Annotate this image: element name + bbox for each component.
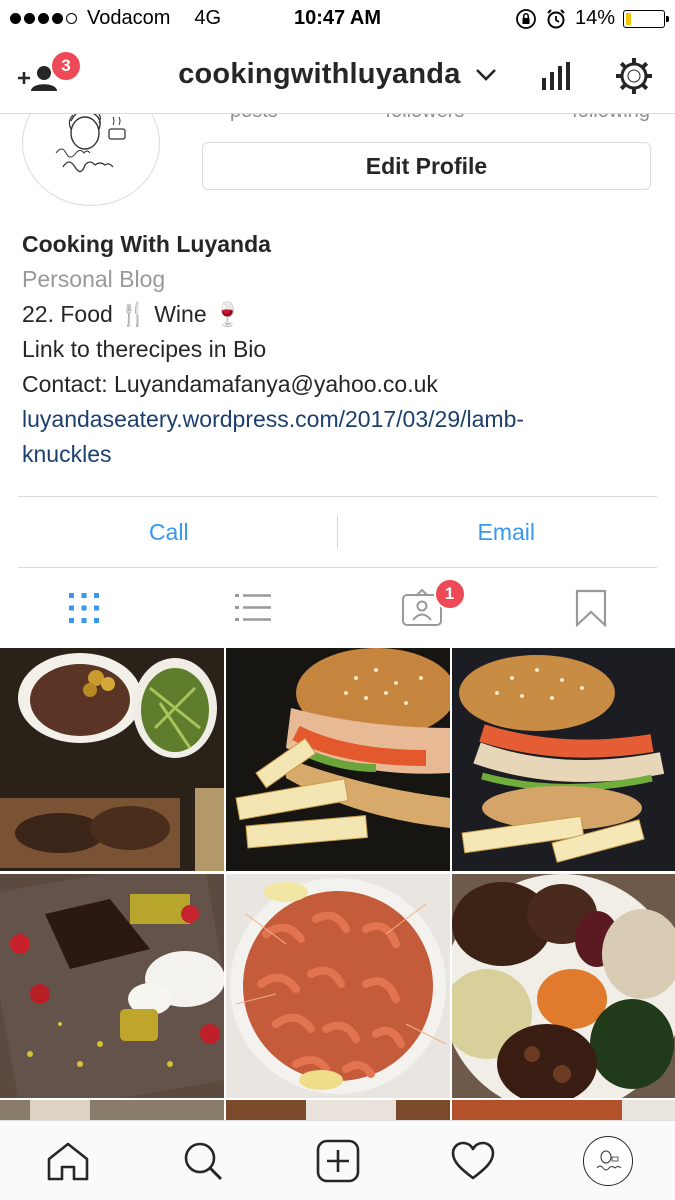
- post-thumbnail[interactable]: [0, 648, 224, 871]
- website-link-continued[interactable]: knuckles: [22, 437, 662, 472]
- insights-button[interactable]: [540, 60, 574, 97]
- post-image-burger: [452, 648, 675, 871]
- grid-icon: [69, 593, 100, 623]
- profile-bio: Cooking With Luyanda Personal Blog 22. F…: [22, 227, 662, 472]
- bottom-navigation: [0, 1120, 675, 1200]
- post-image-chocolate-dessert: [0, 874, 224, 1098]
- post-thumbnail[interactable]: [226, 648, 450, 871]
- mini-avatar-logo: [596, 1150, 621, 1170]
- post-image-prawn-burger: [226, 648, 450, 871]
- website-link[interactable]: luyandaseatery.wordpress.com/2017/03/29/…: [22, 402, 662, 437]
- list-icon: [235, 594, 272, 621]
- post-thumbnail[interactable]: [452, 648, 675, 871]
- heart-icon: [451, 1141, 494, 1179]
- post-thumbnail[interactable]: [226, 1100, 450, 1120]
- post-image-partial: [0, 1100, 224, 1120]
- nav-profile[interactable]: [540, 1121, 675, 1200]
- settings-button[interactable]: [614, 56, 654, 101]
- post-image-partial: [226, 1100, 450, 1120]
- settings-gear-icon: [616, 58, 652, 94]
- profile-header: 3 cookingwithluyanda: [0, 38, 675, 114]
- post-thumbnail[interactable]: [226, 874, 450, 1098]
- tab-list[interactable]: [169, 568, 338, 648]
- tab-saved[interactable]: [506, 568, 675, 648]
- profile-category: Personal Blog: [22, 266, 166, 292]
- post-image-partial: [452, 1100, 675, 1120]
- tab-grid[interactable]: [0, 568, 169, 648]
- alarm-icon: [547, 8, 565, 28]
- post-thumbnail[interactable]: [452, 1100, 675, 1120]
- rotation-lock-icon: [516, 8, 536, 29]
- nav-search[interactable]: [135, 1121, 270, 1200]
- bio-line: Contact: Luyandamafanya@yahoo.co.uk: [22, 371, 438, 397]
- call-button[interactable]: Call: [0, 497, 338, 567]
- bio-line: 22. Food 🍴 Wine 🍷: [22, 301, 242, 327]
- bookmark-icon: [575, 589, 606, 627]
- email-button[interactable]: Email: [338, 497, 675, 567]
- home-icon: [47, 1142, 88, 1180]
- battery-icon: [623, 9, 669, 28]
- chevron-down-icon: [475, 69, 496, 82]
- post-thumbnail[interactable]: [0, 874, 224, 1098]
- battery-percent: 14%: [574, 7, 615, 29]
- edit-profile-button[interactable]: Edit Profile: [202, 142, 651, 190]
- contact-divider: [337, 515, 338, 549]
- header-divider: [0, 113, 675, 114]
- profile-tabs: 1: [0, 568, 675, 648]
- bio-line: Link to therecipes in Bio: [22, 336, 267, 362]
- post-image-dinner-plate: [452, 874, 675, 1098]
- post-image-food-platter: [0, 648, 224, 871]
- new-post-icon: [316, 1139, 359, 1182]
- nav-home[interactable]: [0, 1121, 135, 1200]
- profile-icon: [582, 1135, 633, 1186]
- tagged-badge: 1: [433, 578, 466, 610]
- post-thumbnail[interactable]: [0, 1100, 224, 1120]
- status-bar: Vodacom 4G 10:47 AM 14%: [0, 0, 675, 38]
- nav-activity[interactable]: [405, 1121, 540, 1200]
- post-image-prawns: [226, 874, 450, 1098]
- tab-tagged[interactable]: 1: [338, 568, 507, 648]
- nav-new-post[interactable]: [270, 1121, 405, 1200]
- stats-icon: [542, 62, 570, 90]
- username-title: cookingwithluyanda: [178, 58, 461, 90]
- search-icon: [184, 1142, 222, 1180]
- posts-grid: [0, 648, 675, 1120]
- post-thumbnail[interactable]: [452, 874, 675, 1098]
- display-name: Cooking With Luyanda: [22, 231, 271, 257]
- status-icons: 14%: [515, 7, 669, 30]
